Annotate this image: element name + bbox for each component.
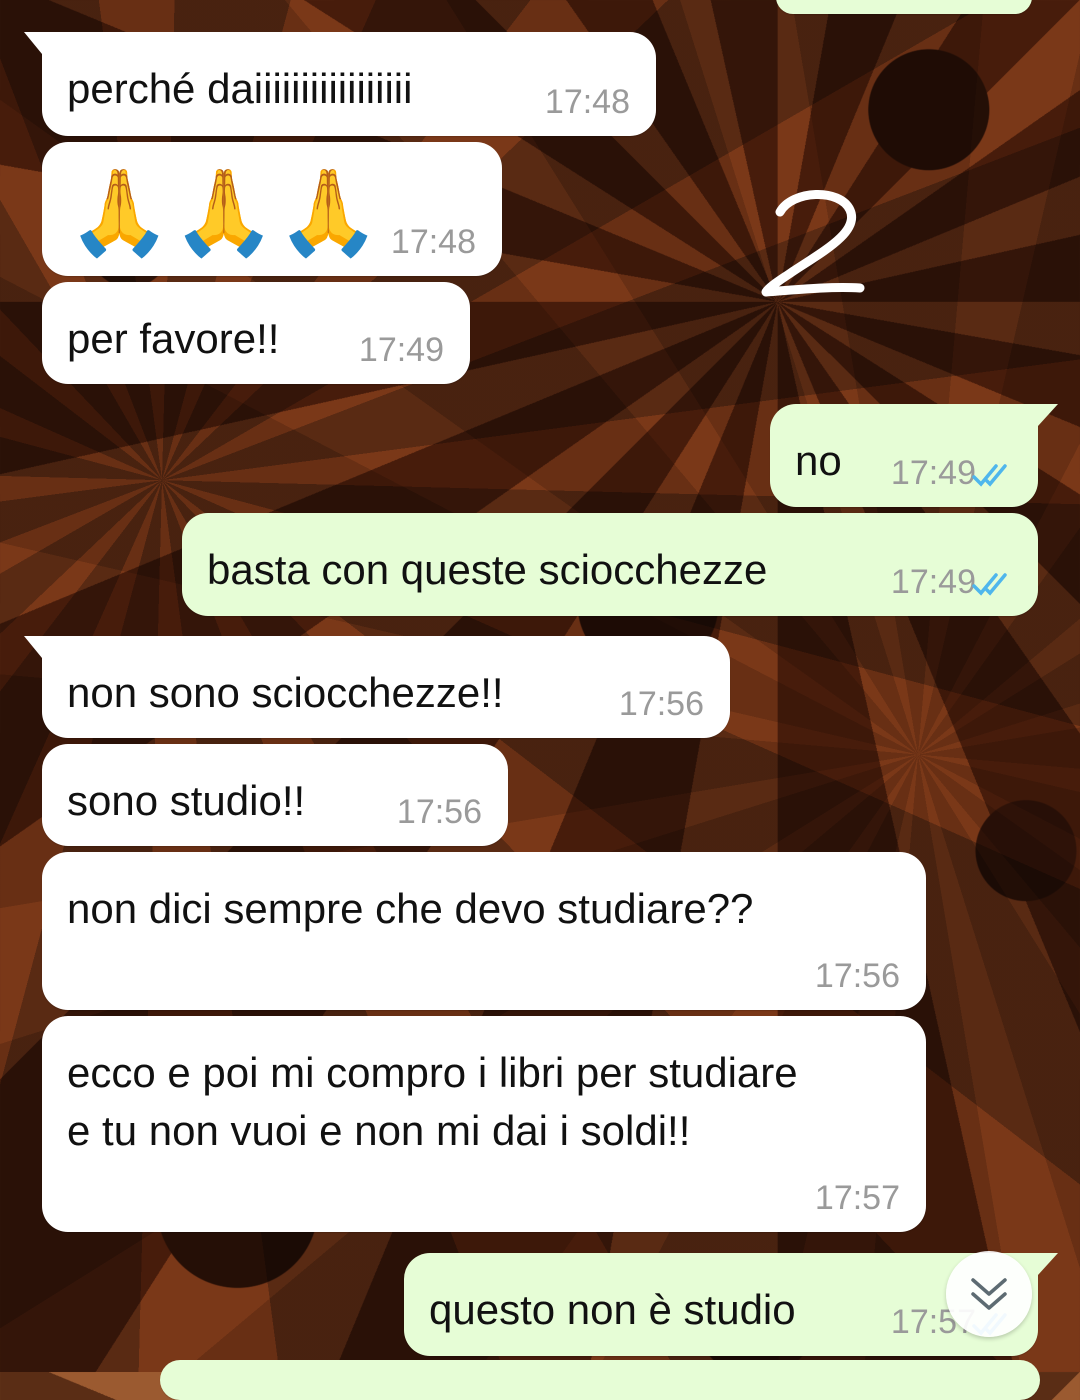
message-time: 17:49 bbox=[358, 331, 444, 369]
message-time: 17:56 bbox=[814, 957, 900, 995]
message-time: 17:49 bbox=[890, 454, 976, 492]
message-bubble-partial[interactable] bbox=[160, 1360, 1040, 1400]
message-time: 17:49 bbox=[890, 563, 976, 601]
read-ticks-icon bbox=[972, 573, 1007, 596]
message-bubble-incoming[interactable]: sono studio!! 17:56 bbox=[42, 744, 508, 846]
message-bubble-incoming[interactable]: non sono sciocchezze!! 17:56 bbox=[24, 636, 730, 738]
message-bubble-incoming[interactable]: 🙏🙏🙏 17:48 bbox=[42, 142, 502, 276]
read-ticks-icon bbox=[972, 464, 1007, 487]
message-time: 17:56 bbox=[396, 793, 482, 831]
message-time: 17:56 bbox=[618, 685, 704, 723]
message-bubble-outgoing[interactable]: basta con queste sciocchezze 17:49 bbox=[182, 513, 1038, 616]
message-bubble-incoming[interactable]: non dici sempre che devo studiare?? 17:5… bbox=[42, 852, 926, 1010]
message-bubble-outgoing[interactable]: questo non è studio 17:57 bbox=[404, 1253, 1058, 1356]
message-text: non sono sciocchezze!! bbox=[67, 669, 504, 716]
message-bubble-partial[interactable] bbox=[776, 0, 1032, 14]
double-chevron-down-icon bbox=[971, 1278, 1007, 1310]
message-text: non dici sempre che devo studiare?? bbox=[67, 885, 754, 932]
handwritten-2-doodle bbox=[761, 190, 865, 297]
scroll-to-bottom-button[interactable] bbox=[946, 1251, 1032, 1337]
message-time: 17:57 bbox=[814, 1179, 900, 1217]
message-bubble-incoming[interactable]: per favore!! 17:49 bbox=[42, 282, 470, 384]
message-bubble-incoming[interactable]: perché daiiiiiiiiiiiiiiiii 17:48 bbox=[24, 32, 656, 136]
message-bubble-incoming[interactable]: ecco e poi mi compro i libri per studiar… bbox=[42, 1016, 926, 1232]
message-time: 17:48 bbox=[390, 223, 476, 261]
message-time: 17:48 bbox=[544, 83, 630, 121]
message-bubble-outgoing[interactable]: no 17:49 bbox=[770, 404, 1058, 507]
message-text: ecco e poi mi compro i libri per studiar… bbox=[67, 1049, 798, 1154]
